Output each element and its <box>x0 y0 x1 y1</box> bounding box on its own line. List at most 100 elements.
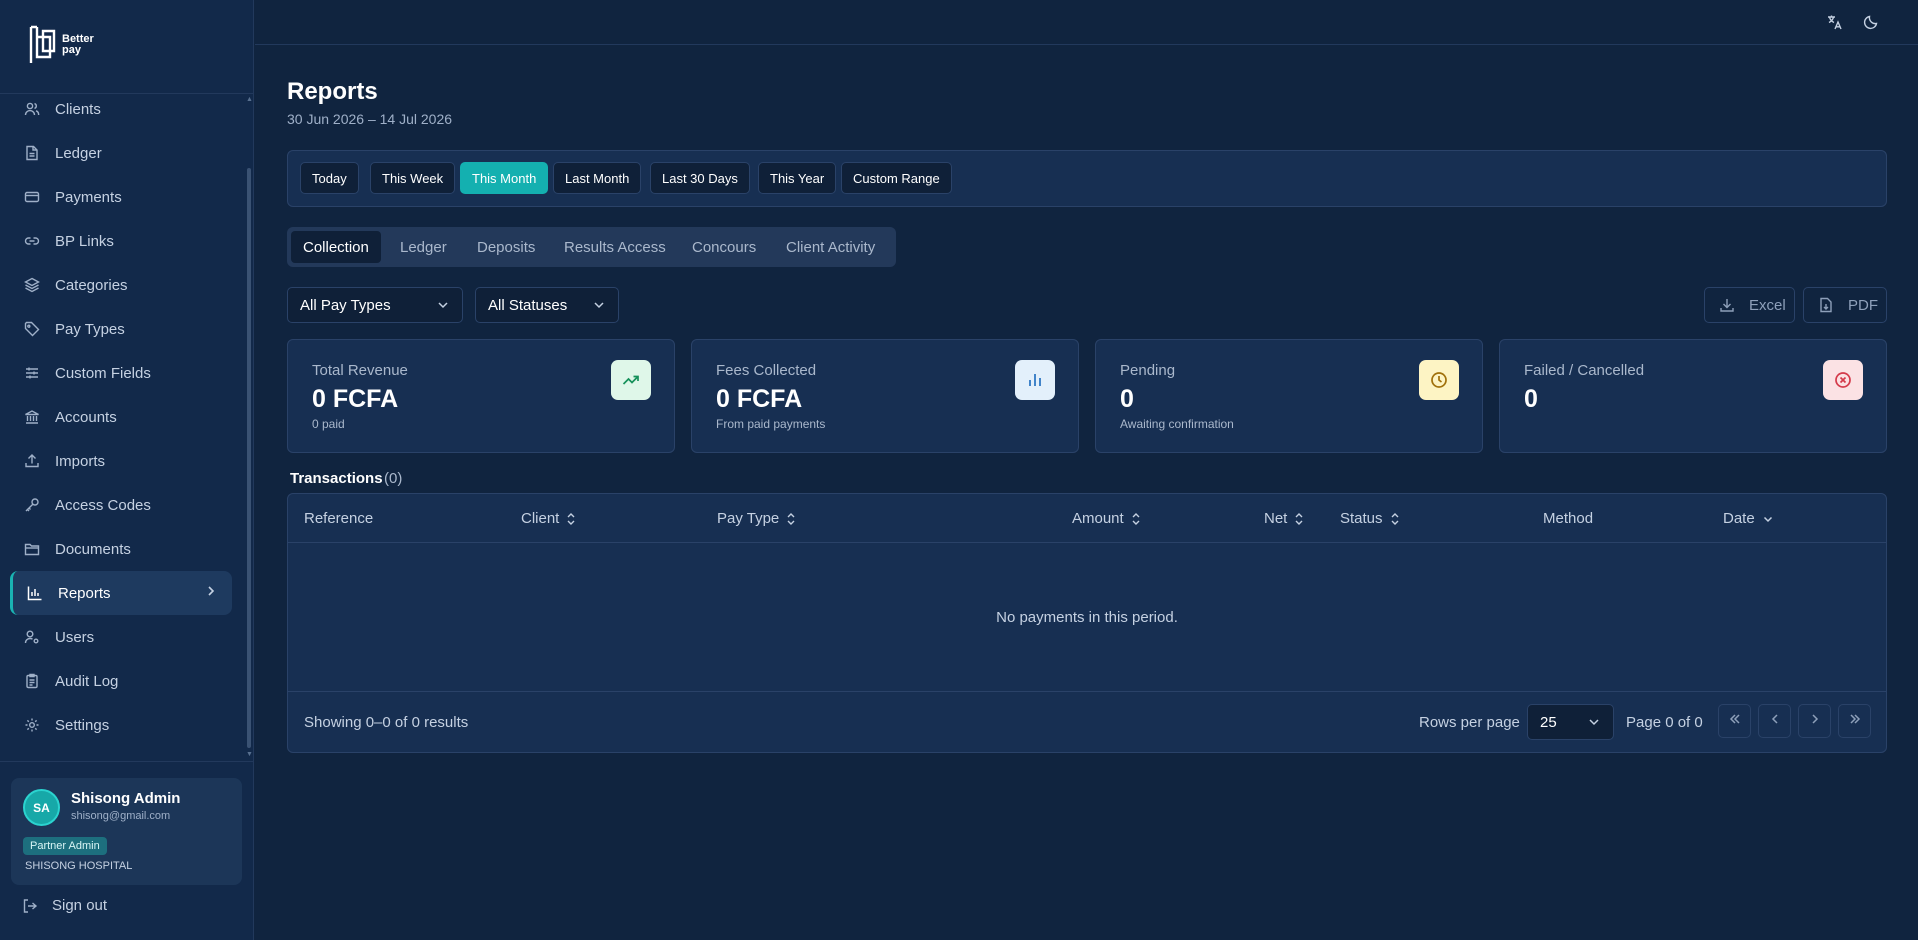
tab-concours[interactable]: Concours <box>680 231 768 263</box>
sidebar-item-custom-fields[interactable]: Custom Fields <box>10 351 232 395</box>
sidebar-item-label: Reports <box>58 584 111 602</box>
sidebar-item-settings[interactable]: Settings <box>10 703 232 747</box>
range-this-month-button[interactable]: This Month <box>460 162 549 194</box>
stat-sub: 0 paid <box>312 417 345 431</box>
sign-out-button[interactable]: Sign out <box>22 897 107 914</box>
column-label: Method <box>1543 510 1594 527</box>
sidebar-item-documents[interactable]: Documents <box>10 527 232 571</box>
pay-type-select[interactable]: All Pay Types <box>287 287 463 323</box>
transactions-table: Reference Client Pay Type Amount Net Sta… <box>287 493 1887 753</box>
export-pdf-button[interactable]: PDF <box>1803 287 1887 323</box>
clock-icon <box>1419 360 1459 400</box>
sidebar-item-label: Categories <box>55 276 128 294</box>
tab-results-access[interactable]: Results Access <box>552 231 678 263</box>
bar-chart-icon <box>1015 360 1055 400</box>
sidebar-item-ledger[interactable]: Ledger <box>10 131 232 175</box>
tab-deposits[interactable]: Deposits <box>465 231 547 263</box>
rows-per-page-value: 25 <box>1540 713 1557 731</box>
sidebar-item-accounts[interactable]: Accounts <box>10 395 232 439</box>
user-card[interactable]: SA Shisong Admin shisong@gmail.com Partn… <box>11 778 242 885</box>
stat-value: 0 <box>1524 385 1538 413</box>
chevron-right-icon <box>1808 712 1822 731</box>
transactions-title: Transactions <box>290 470 383 487</box>
bar-chart-icon <box>26 584 44 602</box>
range-this-year-button[interactable]: This Year <box>758 162 837 194</box>
table-footer: Showing 0–0 of 0 results Rows per page 2… <box>288 691 1886 753</box>
column-reference: Reference <box>304 510 373 527</box>
sidebar-item-pay-types[interactable]: Pay Types <box>10 307 232 351</box>
column-label: Reference <box>304 510 374 527</box>
sidebar-item-clients[interactable]: Clients <box>10 87 232 131</box>
tab-ledger[interactable]: Ledger <box>388 231 459 263</box>
sidebar-item-payments[interactable]: Payments <box>10 175 232 219</box>
role-badge: Partner Admin <box>23 837 107 855</box>
sidebar-item-access-codes[interactable]: Access Codes <box>10 483 232 527</box>
last-page-button[interactable] <box>1838 704 1871 738</box>
export-excel-button[interactable]: Excel <box>1704 287 1795 323</box>
sort-icon <box>1390 512 1400 526</box>
page-info: Page 0 of 0 <box>1626 714 1703 731</box>
column-status[interactable]: Status <box>1340 510 1400 527</box>
range-this-week-button[interactable]: This Week <box>370 162 456 194</box>
sidebar-item-label: BP Links <box>55 232 114 250</box>
column-label: Date <box>1723 510 1755 527</box>
sidebar-scrollbar[interactable] <box>247 168 251 748</box>
sidebar-item-categories[interactable]: Categories <box>10 263 232 307</box>
moon-icon[interactable] <box>1861 12 1881 32</box>
tab-client-activity[interactable]: Client Activity <box>774 231 887 263</box>
range-today-button[interactable]: Today <box>300 162 359 194</box>
status-select-value: All Statuses <box>488 296 568 314</box>
empty-state-message: No payments in this period. <box>996 609 1178 626</box>
column-amount[interactable]: Amount <box>1072 510 1141 527</box>
link-icon <box>23 232 41 250</box>
sort-icon <box>786 512 796 526</box>
sidebar-item-label: Documents <box>55 540 131 558</box>
sidebar-item-imports[interactable]: Imports <box>10 439 232 483</box>
stat-card-total-revenue: Total Revenue 0 FCFA 0 paid <box>287 339 675 453</box>
column-client[interactable]: Client <box>521 510 576 527</box>
file-text-icon <box>23 144 41 162</box>
sidebar-item-audit-log[interactable]: Audit Log <box>10 659 232 703</box>
chevron-down-icon <box>1587 715 1601 733</box>
column-method: Method <box>1543 510 1593 527</box>
sidebar-item-users[interactable]: Users <box>10 615 232 659</box>
tab-collection[interactable]: Collection <box>291 231 381 263</box>
x-circle-icon <box>1823 360 1863 400</box>
rows-per-page-label: Rows per page <box>1419 714 1520 731</box>
scroll-down-arrow[interactable]: ▼ <box>246 751 253 758</box>
brand-name: Better pay <box>62 34 94 56</box>
rows-per-page-select[interactable]: 25 <box>1527 704 1614 740</box>
sidebar-item-label: Ledger <box>55 144 102 162</box>
scroll-up-arrow[interactable]: ▲ <box>246 96 253 103</box>
brand-logo[interactable]: Better pay <box>28 22 108 68</box>
user-name: Shisong Admin <box>71 790 181 807</box>
table-header: Reference Client Pay Type Amount Net Sta… <box>288 494 1886 543</box>
stat-value: 0 <box>1120 385 1134 413</box>
language-icon[interactable] <box>1825 12 1845 32</box>
column-net[interactable]: Net <box>1264 510 1304 527</box>
previous-page-button[interactable] <box>1758 704 1791 738</box>
chevron-left-icon <box>1768 712 1782 731</box>
column-label: Client <box>521 510 560 527</box>
range-last-30-days-button[interactable]: Last 30 Days <box>650 162 750 194</box>
export-pdf-label: PDF <box>1848 296 1878 314</box>
chevron-right-icon <box>204 584 218 602</box>
range-custom-button[interactable]: Custom Range <box>841 162 952 194</box>
status-select[interactable]: All Statuses <box>475 287 619 323</box>
range-last-month-button[interactable]: Last Month <box>553 162 642 194</box>
gear-icon <box>23 716 41 734</box>
sidebar-item-reports[interactable]: Reports <box>10 571 232 615</box>
sidebar-item-label: Audit Log <box>55 672 119 690</box>
next-page-button[interactable] <box>1798 704 1831 738</box>
sidebar-item-bp-links[interactable]: BP Links <box>10 219 232 263</box>
pay-type-select-value: All Pay Types <box>300 296 391 314</box>
column-pay-type[interactable]: Pay Type <box>717 510 796 527</box>
column-label: Pay Type <box>717 510 780 527</box>
first-page-button[interactable] <box>1718 704 1751 738</box>
column-label: Amount <box>1072 510 1124 527</box>
stat-label: Failed / Cancelled <box>1524 362 1645 379</box>
column-date[interactable]: Date <box>1723 510 1774 527</box>
sort-icon <box>1294 512 1304 526</box>
brand-name-line2: pay <box>62 44 81 56</box>
sidebar-nav: Clients Ledger Payments BP Links Categor… <box>10 87 232 747</box>
